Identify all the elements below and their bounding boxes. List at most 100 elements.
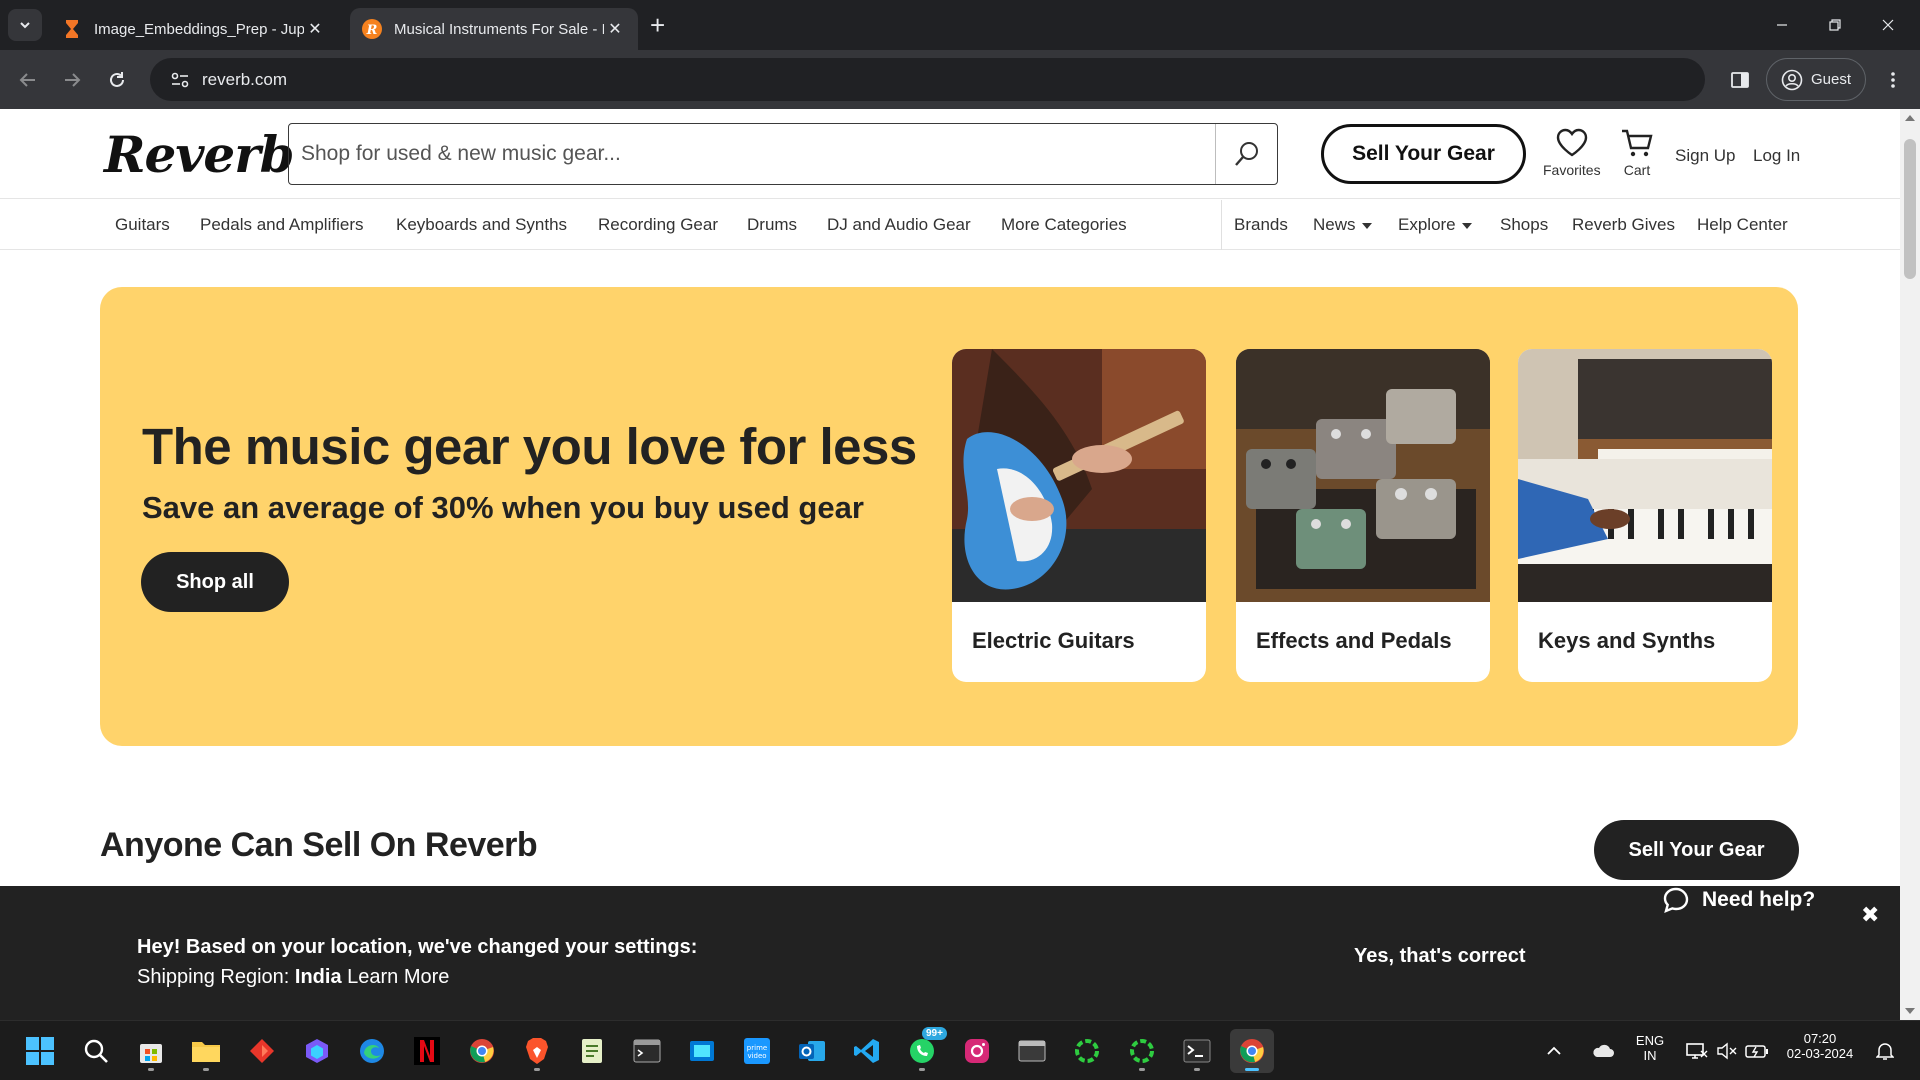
nav-item-pedals-amplifiers[interactable]: Pedals and Amplifiers: [200, 215, 363, 235]
taskbar-brave[interactable]: [515, 1029, 559, 1073]
page-scrollbar[interactable]: [1900, 109, 1920, 1020]
taskbar-whatsapp[interactable]: 99+: [900, 1027, 947, 1073]
close-window-button[interactable]: [1858, 8, 1918, 42]
need-help-button[interactable]: Need help?: [1662, 872, 1862, 928]
learn-more-link[interactable]: Learn More: [347, 966, 449, 988]
taskbar-terminal[interactable]: [1175, 1029, 1219, 1073]
store-icon: [140, 1044, 162, 1063]
taskbar-file-explorer[interactable]: [184, 1029, 228, 1073]
tab-search-button[interactable]: [8, 9, 42, 41]
sell-your-gear-button[interactable]: Sell Your Gear: [1321, 124, 1526, 184]
nav-item-reverb-gives[interactable]: Reverb Gives: [1572, 215, 1675, 235]
scroll-down-arrow-icon[interactable]: [1905, 1008, 1915, 1014]
onedrive-tray[interactable]: [1586, 1029, 1620, 1073]
minimize-button[interactable]: [1752, 8, 1812, 42]
restore-button[interactable]: [1805, 8, 1865, 42]
nav-item-news[interactable]: News: [1313, 215, 1372, 235]
new-tab-button[interactable]: +: [650, 12, 665, 38]
location-banner-message: Hey! Based on your location, we've chang…: [137, 936, 698, 958]
taskbar-chrome[interactable]: [460, 1029, 504, 1073]
sign-up-link[interactable]: Sign Up: [1675, 146, 1735, 166]
tab-close-icon[interactable]: ✕: [304, 19, 326, 39]
taskbar-copilot[interactable]: [295, 1029, 339, 1073]
start-button[interactable]: [18, 1029, 62, 1073]
side-panel-button[interactable]: [1724, 64, 1756, 96]
notepad-icon: [582, 1039, 602, 1063]
electric-guitar-image: [952, 349, 1206, 602]
taskbar-prime-video[interactable]: prime video: [735, 1029, 779, 1073]
shop-all-button[interactable]: Shop all: [141, 552, 289, 612]
close-icon: [1882, 19, 1894, 31]
log-in-link[interactable]: Log In: [1753, 146, 1800, 166]
taskbar-cmd[interactable]: [625, 1029, 669, 1073]
nav-item-recording-gear[interactable]: Recording Gear: [598, 215, 718, 235]
nav-item-drums[interactable]: Drums: [747, 215, 797, 235]
browser-tab-jupyter[interactable]: Image_Embeddings_Prep - Jupy ✕: [50, 8, 338, 50]
clock[interactable]: 07:20 02-03-2024: [1780, 1031, 1860, 1061]
reload-icon: [110, 72, 124, 87]
network-tray[interactable]: [1682, 1029, 1712, 1073]
sell-your-gear-button-secondary[interactable]: Sell Your Gear: [1594, 820, 1799, 880]
taskbar-edge[interactable]: [350, 1029, 394, 1073]
nav-item-dj-audio-gear[interactable]: DJ and Audio Gear: [827, 215, 971, 235]
hero-banner: The music gear you love for less Save an…: [100, 287, 1798, 746]
forward-button[interactable]: [56, 64, 88, 96]
browser-tab-reverb[interactable]: R Musical Instruments For Sale - I ✕: [350, 8, 638, 50]
nav-item-keyboards-synths[interactable]: Keyboards and Synths: [396, 215, 567, 235]
browser-toolbar: reverb.com Guest: [0, 50, 1920, 109]
taskbar-store[interactable]: [129, 1029, 173, 1073]
taskbar-outlook[interactable]: [790, 1029, 834, 1073]
category-card-keys-synths[interactable]: Keys and Synths: [1518, 349, 1772, 682]
nav-item-guitars[interactable]: Guitars: [115, 215, 170, 235]
vscode-icon: [854, 1039, 879, 1063]
favorites-link[interactable]: Favorites: [1543, 128, 1601, 178]
tab-close-icon[interactable]: ✕: [604, 19, 626, 39]
sell-section-title: Anyone Can Sell On Reverb: [100, 826, 538, 864]
taskbar-vscode[interactable]: [845, 1029, 889, 1073]
site-info-icon[interactable]: [158, 72, 202, 88]
search-button[interactable]: [1215, 124, 1277, 184]
windows-start-icon: [26, 1037, 54, 1065]
category-card-effects-pedals[interactable]: Effects and Pedals: [1236, 349, 1490, 682]
notifications-button[interactable]: [1868, 1029, 1902, 1073]
nav-item-explore[interactable]: Explore: [1398, 215, 1472, 235]
address-bar[interactable]: reverb.com: [150, 58, 1705, 101]
folder-icon: [192, 1042, 220, 1062]
battery-tray[interactable]: [1742, 1029, 1772, 1073]
taskbar-app-green-ring-2[interactable]: [1120, 1029, 1164, 1073]
heart-icon: [1556, 128, 1587, 157]
profile-button[interactable]: Guest: [1766, 58, 1866, 101]
language-indicator[interactable]: ENG IN: [1628, 1033, 1672, 1063]
taskbar-app-window[interactable]: [1010, 1029, 1054, 1073]
browser-menu-button[interactable]: [1878, 64, 1908, 96]
category-card-electric-guitars[interactable]: Electric Guitars: [952, 349, 1206, 682]
taskbar-netflix[interactable]: [405, 1029, 449, 1073]
nav-item-shops[interactable]: Shops: [1500, 215, 1548, 235]
category-nav: Guitars Pedals and Amplifiers Keyboards …: [0, 200, 1900, 250]
scroll-up-arrow-icon[interactable]: [1905, 115, 1915, 121]
confirm-location-button[interactable]: Yes, that's correct: [1354, 945, 1526, 968]
taskbar-search[interactable]: [74, 1029, 118, 1073]
nav-item-more-categories[interactable]: More Categories: [1001, 215, 1127, 235]
taskbar-instagram[interactable]: [955, 1029, 999, 1073]
profile-icon: [1781, 69, 1803, 90]
effects-pedals-image: [1236, 349, 1490, 602]
taskbar-chrome-active[interactable]: [1230, 1029, 1274, 1073]
reload-button[interactable]: [101, 64, 133, 96]
taskbar-app-green-ring[interactable]: [1065, 1029, 1109, 1073]
show-hidden-icons-button[interactable]: [1539, 1029, 1569, 1073]
nav-item-brands[interactable]: Brands: [1234, 215, 1288, 235]
app-icon: [1018, 1040, 1046, 1062]
reverb-logo[interactable]: Reverb: [104, 125, 295, 184]
close-banner-icon[interactable]: ✖: [1861, 902, 1879, 928]
taskbar-app-blue[interactable]: [680, 1029, 724, 1073]
nav-item-help-center[interactable]: Help Center: [1697, 215, 1788, 235]
back-button[interactable]: [12, 64, 44, 96]
search-input[interactable]: [289, 124, 1215, 184]
taskbar-app-red[interactable]: [240, 1029, 284, 1073]
taskbar-notepad[interactable]: [570, 1029, 614, 1073]
volume-tray[interactable]: [1712, 1029, 1742, 1073]
scrollbar-thumb[interactable]: [1904, 139, 1916, 279]
cart-link[interactable]: Cart: [1620, 128, 1654, 178]
need-help-label: Need help?: [1702, 888, 1816, 911]
